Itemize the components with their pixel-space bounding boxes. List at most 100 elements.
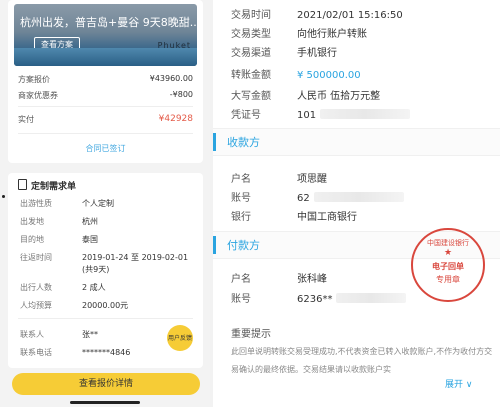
req-value: 泰国 bbox=[82, 235, 98, 244]
paid-row: 实付 ¥42928 bbox=[18, 114, 193, 125]
masked-text bbox=[336, 293, 407, 303]
payee-section-header: 收款方 bbox=[213, 128, 500, 156]
seal-mid-text: 电子回单 bbox=[432, 262, 464, 271]
trade-time-label: 交易时间 bbox=[231, 10, 271, 21]
chevron-down-icon: ∨ bbox=[465, 380, 473, 390]
req-key: 往返时间 bbox=[20, 253, 52, 262]
payee-bank-value: 中国工商银行 bbox=[297, 212, 357, 223]
payer-name-label: 户名 bbox=[231, 274, 251, 285]
payee-name-row: 户名 项思醒 bbox=[231, 170, 327, 185]
req-row: 往返时间 2019-01-24 至 2019-02-01 bbox=[20, 252, 188, 263]
amount-label: 转账金额 bbox=[231, 70, 271, 81]
req-row: 出行人数 2 成人 bbox=[20, 282, 106, 293]
channel-value: 手机银行 bbox=[297, 48, 337, 59]
req-row: (共9天) bbox=[20, 264, 109, 275]
requirements-title-text: 定制需求单 bbox=[31, 182, 77, 192]
voucher-value: 101 bbox=[297, 110, 317, 121]
plan-banner[interactable]: 杭州出发，普吉岛+曼谷 9天8晚甜... 查看方案 Phuket bbox=[14, 4, 197, 66]
amount-cn-row: 大写金额 人民币 伍拾万元整 bbox=[231, 87, 380, 102]
payee-bank-label: 银行 bbox=[231, 212, 251, 223]
payer-name-row: 户名 张科峰 bbox=[231, 270, 327, 285]
voucher-row: 凭证号 101 bbox=[231, 106, 411, 121]
bank-seal-stamp: 中国建设银行 ★ 电子回单 专用章 bbox=[411, 228, 485, 302]
req-key: 出行人数 bbox=[20, 283, 52, 292]
channel-label: 交易渠道 bbox=[231, 48, 271, 59]
amount-row: 转账金额 ¥ 500000.00 bbox=[231, 66, 361, 81]
trade-type-row: 交易类型 向他行账户转账 bbox=[231, 25, 367, 40]
banner-resort-text: Phuket bbox=[157, 41, 191, 50]
amount-value: ¥ 500000.00 bbox=[297, 70, 361, 81]
requirements-title: 定制需求单 bbox=[18, 179, 76, 192]
payee-account-row: 账号 62 bbox=[231, 189, 404, 204]
trade-type-label: 交易类型 bbox=[231, 29, 271, 40]
payer-account-row: 账号 6236** bbox=[231, 290, 407, 305]
star-icon: ★ bbox=[443, 248, 453, 258]
req-value: 杭州 bbox=[82, 217, 98, 226]
contract-signed-link[interactable]: 合同已签订 bbox=[8, 143, 203, 154]
seal-top-text: 中国建设银行 bbox=[427, 239, 469, 247]
req-key: 联系人 bbox=[20, 330, 44, 339]
plan-card: 杭州出发，普吉岛+曼谷 9天8晚甜... 查看方案 Phuket 方案报价 ¥4… bbox=[8, 0, 203, 163]
req-value: 张** bbox=[82, 330, 98, 339]
masked-text bbox=[320, 109, 411, 119]
divider bbox=[18, 106, 193, 107]
req-value: 2019-01-24 至 2019-02-01 bbox=[82, 253, 189, 262]
paid-value: ¥42928 bbox=[158, 114, 193, 124]
payer-title: 付款方 bbox=[227, 239, 260, 252]
req-row: 联系电话 *******4846 bbox=[20, 347, 130, 358]
section-accent bbox=[213, 133, 216, 151]
notice-text: 此回单说明转账交易受理成功,不代表资金已转入收款账户,不作为收付方交易确认的最终… bbox=[231, 347, 493, 374]
req-value: (共9天) bbox=[82, 265, 110, 274]
bullet-dot bbox=[2, 195, 5, 198]
requirements-card: 定制需求单 出游性质 个人定制 出发地 杭州 目的地 泰国 往返时间 2019-01-2… bbox=[8, 173, 203, 368]
req-row: 人均预算 20000.00元 bbox=[20, 300, 128, 311]
req-row: 出游性质 个人定制 bbox=[20, 198, 114, 209]
req-key: 人均预算 bbox=[20, 301, 52, 310]
trade-time-row: 交易时间 2021/02/01 15:16:50 bbox=[231, 6, 403, 21]
quote-row: 方案报价 ¥43960.00 bbox=[18, 74, 193, 85]
discount-row: 商家优惠券 -¥800 bbox=[18, 90, 193, 101]
req-key: 出游性质 bbox=[20, 199, 52, 208]
payee-title: 收款方 bbox=[227, 136, 260, 149]
discount-value: -¥800 bbox=[169, 90, 193, 99]
req-key: 目的地 bbox=[20, 235, 44, 244]
payee-account-label: 账号 bbox=[231, 193, 251, 204]
payee-bank-row: 银行 中国工商银行 bbox=[231, 208, 357, 223]
discount-label: 商家优惠券 bbox=[18, 91, 58, 100]
payee-account-value: 62 bbox=[297, 193, 310, 204]
expand-link[interactable]: 展开 ∨ bbox=[445, 377, 472, 390]
document-icon bbox=[18, 179, 27, 190]
req-row: 联系人 张** bbox=[20, 329, 98, 340]
req-row: 出发地 杭州 bbox=[20, 216, 98, 227]
view-quote-details-button[interactable]: 查看报价详情 bbox=[12, 373, 200, 395]
banner-title: 杭州出发，普吉岛+曼谷 9天8晚甜... bbox=[20, 16, 197, 29]
quote-label: 方案报价 bbox=[18, 75, 50, 84]
section-accent bbox=[213, 236, 216, 254]
payer-account-value: 6236** bbox=[297, 294, 333, 305]
home-indicator bbox=[70, 401, 140, 404]
channel-row: 交易渠道 手机银行 bbox=[231, 44, 337, 59]
notice-title: 重要提示 bbox=[231, 329, 271, 340]
paid-label: 实付 bbox=[18, 115, 34, 124]
masked-text bbox=[313, 192, 404, 202]
payee-name-value: 项思醒 bbox=[297, 174, 327, 185]
amount-cn-value: 人民币 伍拾万元整 bbox=[297, 91, 381, 102]
quote-value: ¥43960.00 bbox=[149, 74, 193, 83]
req-value: 2 成人 bbox=[82, 283, 106, 292]
payee-name-label: 户名 bbox=[231, 174, 251, 185]
expand-label: 展开 bbox=[445, 380, 464, 390]
plan-panel: 杭州出发，普吉岛+曼谷 9天8晚甜... 查看方案 Phuket 方案报价 ¥4… bbox=[0, 0, 210, 407]
trade-time-value: 2021/02/01 15:16:50 bbox=[297, 10, 403, 21]
voucher-label: 凭证号 bbox=[231, 110, 261, 121]
seal-bottom-text: 专用章 bbox=[436, 275, 460, 284]
req-key: 出发地 bbox=[20, 217, 44, 226]
transfer-receipt: 交易时间 2021/02/01 15:16:50 交易类型 向他行账户转账 交易渠道… bbox=[213, 0, 500, 407]
req-row: 目的地 泰国 bbox=[20, 234, 98, 245]
payer-name-value: 张科峰 bbox=[297, 274, 327, 285]
req-key: 联系电话 bbox=[20, 348, 52, 357]
banner-sea bbox=[14, 48, 197, 66]
req-value: 个人定制 bbox=[82, 199, 114, 208]
req-value: 20000.00元 bbox=[82, 301, 129, 310]
feedback-button[interactable]: 用户反馈 bbox=[167, 325, 193, 351]
req-value: *******4846 bbox=[82, 348, 131, 357]
